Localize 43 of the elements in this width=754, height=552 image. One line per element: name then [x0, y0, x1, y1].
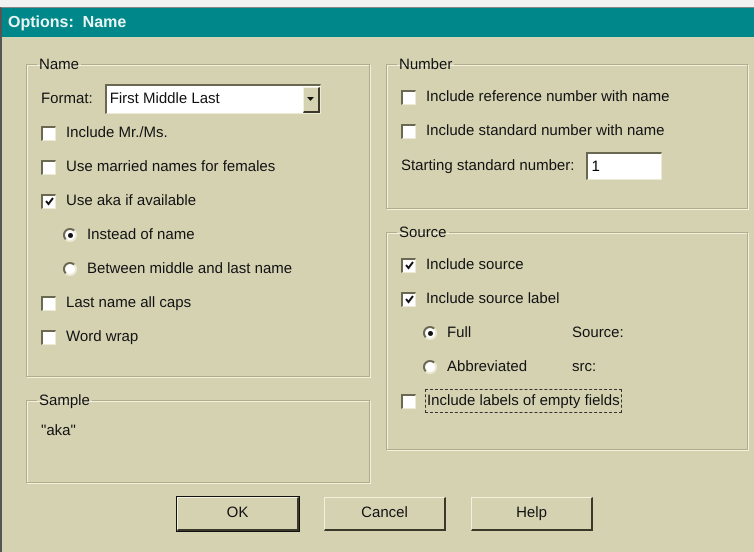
group-title: Sample: [38, 393, 91, 408]
option-label[interactable]: Include source label: [426, 288, 560, 310]
starting-number-label: Starting standard number:: [401, 156, 574, 176]
option-label[interactable]: Use married names for females: [66, 156, 276, 178]
option-label[interactable]: Use aka if available: [66, 190, 196, 212]
sample-text: "aka": [41, 421, 77, 441]
option-label[interactable]: Word wrap: [66, 326, 138, 348]
format-label: Format:: [41, 88, 93, 109]
option-label[interactable]: Include standard number with name: [426, 120, 664, 142]
group-title: Name: [38, 57, 80, 72]
option-label[interactable]: Abbreviated: [447, 356, 562, 378]
option-label[interactable]: Include reference number with name: [426, 86, 670, 108]
radio-button[interactable]: [423, 360, 437, 374]
group-title: Number: [398, 57, 454, 72]
label-preview: Source:: [572, 322, 624, 343]
radio-button[interactable]: [63, 228, 77, 242]
option-label[interactable]: Include source: [426, 254, 524, 276]
dialog-button[interactable]: Cancel: [324, 497, 446, 531]
checkbox[interactable]: [401, 90, 416, 104]
dialog-button[interactable]: OK: [177, 497, 299, 531]
checkbox[interactable]: [401, 124, 416, 138]
option-label[interactable]: Include labels of empty fields: [426, 390, 621, 412]
checkbox[interactable]: [401, 394, 416, 408]
group-title: Source: [398, 225, 448, 240]
starting-number-field[interactable]: 1: [586, 152, 662, 180]
label-preview: src:: [572, 356, 596, 377]
dialog-button[interactable]: Help: [471, 497, 593, 531]
option-label[interactable]: Full: [447, 322, 562, 344]
option-label[interactable]: Include Mr./Ms.: [66, 122, 168, 144]
checkbox[interactable]: [41, 330, 56, 344]
checkbox[interactable]: [41, 296, 56, 310]
format-dropdown[interactable]: First Middle Last: [104, 84, 321, 114]
option-label[interactable]: Instead of name: [87, 224, 195, 246]
checkbox[interactable]: [401, 258, 416, 272]
option-label[interactable]: Between middle and last name: [87, 258, 292, 280]
checkbox[interactable]: [41, 126, 56, 140]
option-label[interactable]: Last name all caps: [66, 292, 192, 314]
radio-button[interactable]: [63, 262, 77, 276]
window-title: Options: Name: [2, 8, 754, 37]
checkbox[interactable]: [401, 292, 416, 306]
checkbox[interactable]: [41, 160, 56, 174]
radio-button[interactable]: [423, 326, 437, 340]
checkbox[interactable]: [41, 194, 56, 208]
